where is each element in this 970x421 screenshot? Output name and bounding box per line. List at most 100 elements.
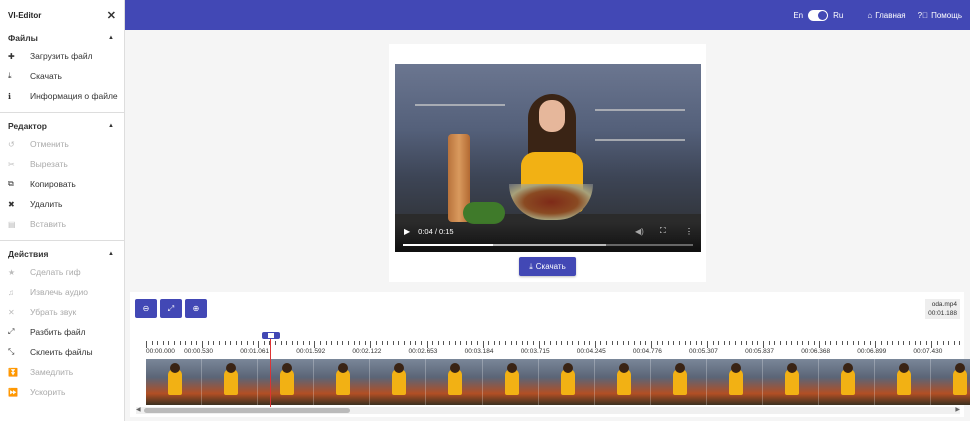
ruler-tick: [331, 341, 333, 345]
sidebar-item[interactable]: ⏩ Ускорить: [0, 382, 124, 402]
ruler-tick: [516, 341, 518, 345]
home-link[interactable]: ⌂ Главная: [867, 11, 905, 20]
sidebar-item[interactable]: ⤡ Склеить файлы: [0, 342, 124, 362]
language-toggle[interactable]: [808, 9, 829, 21]
scroll-right-icon[interactable]: ▶: [955, 407, 960, 414]
sidebar-item[interactable]: ⤢ Разбить файл: [0, 322, 124, 342]
timeline-frame[interactable]: [258, 359, 315, 405]
sidebar-item[interactable]: ↺ Отменить: [0, 134, 124, 154]
ruler-tick: [319, 341, 321, 345]
chevron-up-icon: ▲: [108, 123, 114, 129]
sidebar-item-label: Информация о файле: [30, 91, 118, 101]
sidebar-item-label: Убрать звук: [30, 307, 77, 317]
sidebar-section-header[interactable]: Редактор ▲: [0, 118, 124, 134]
sidebar-item[interactable]: ▤ Вставить: [0, 214, 124, 234]
timeline-frame[interactable]: [594, 359, 651, 405]
home-label: Главная: [875, 10, 906, 20]
video-player[interactable]: ▶ 0:04 / 0:15 ◀) ⛶ ⋮: [395, 64, 701, 252]
sidebar-section-header[interactable]: Действия ▲: [0, 246, 124, 262]
timeline-frame[interactable]: [650, 359, 707, 405]
sidebar-item[interactable]: ℹ Информация о файле: [0, 86, 124, 106]
app-title: VI-Editor: [8, 10, 42, 20]
scroll-left-icon[interactable]: ◀: [136, 407, 141, 414]
more-options-icon[interactable]: ⋮: [685, 227, 693, 236]
ruler-tick: [538, 341, 540, 348]
ruler-tick: [179, 341, 181, 345]
sidebar-item[interactable]: ★ Сделать гиф: [0, 262, 124, 282]
timeline-frame[interactable]: [482, 359, 539, 405]
play-icon[interactable]: ▶: [404, 227, 410, 236]
ruler-tick: [286, 341, 288, 345]
timeline-scrollbar[interactable]: ◀ ▶: [136, 407, 960, 414]
split-icon: ⤢: [8, 327, 15, 336]
ruler-tick: [387, 341, 389, 345]
ruler-tick: [656, 341, 658, 345]
timeline-frame[interactable]: [931, 359, 970, 405]
ruler-tick: [218, 341, 220, 345]
lang-en-label: En: [793, 10, 804, 20]
merge-icon: ⤡: [8, 347, 15, 356]
ruler-tick: [740, 341, 742, 345]
ruler-tick: [162, 341, 164, 345]
playhead-handle[interactable]: [262, 332, 280, 339]
ruler-tick: [779, 341, 781, 345]
ruler-tick: [364, 341, 366, 345]
zoom-out-button[interactable]: ⊖: [135, 299, 157, 318]
ruler-tick: [263, 341, 265, 345]
video-seek-bar[interactable]: [403, 244, 693, 246]
ruler-tick: [864, 341, 866, 345]
ruler-tick: [347, 341, 349, 345]
timeline-frame[interactable]: [538, 359, 595, 405]
sidebar-item-label: Сделать гиф: [30, 267, 81, 277]
timeline-frame[interactable]: [763, 359, 820, 405]
timeline-frame[interactable]: [426, 359, 483, 405]
sidebar-item[interactable]: ✕ Убрать звук: [0, 302, 124, 322]
ruler-tick: [415, 341, 417, 345]
language-switch[interactable]: En Ru: [793, 9, 843, 21]
ruler-tick: [190, 341, 192, 345]
timeline-frame[interactable]: [370, 359, 427, 405]
fit-button[interactable]: ⤢: [160, 299, 182, 318]
zoom-in-button[interactable]: ⊕: [185, 299, 207, 318]
sidebar-item[interactable]: ✂ Вырезать: [0, 154, 124, 174]
ruler-tick: [880, 341, 882, 345]
timeline-frame[interactable]: [819, 359, 876, 405]
ruler-tick: [684, 341, 686, 345]
ruler-tick: [583, 341, 585, 345]
ruler-tick: [606, 341, 608, 345]
sidebar-item[interactable]: ⧉ Копировать: [0, 174, 124, 194]
ruler-tick: [448, 341, 450, 345]
timeline-frame[interactable]: [146, 359, 203, 405]
timeline-frame[interactable]: [706, 359, 764, 405]
sidebar-item-label: Замедлить: [30, 367, 74, 377]
scrollbar-thumb[interactable]: [144, 408, 350, 413]
ruler-tick: [359, 341, 361, 345]
ruler-tick: [937, 341, 938, 345]
ruler-tick: [942, 341, 944, 345]
timeline-frame[interactable]: [202, 359, 259, 405]
volume-icon[interactable]: ◀): [635, 227, 644, 236]
ruler-label: 00:00.000: [146, 348, 175, 355]
ruler-label: 00:01.592: [296, 348, 326, 355]
timeline-frame[interactable]: [314, 359, 371, 405]
sidebar-item[interactable]: ⏬ Замедлить: [0, 362, 124, 382]
ruler-label: 00:03.715: [520, 348, 550, 355]
download-button[interactable]: ⤓ Скачать: [519, 257, 576, 276]
frame-strip[interactable]: [146, 359, 970, 405]
fullscreen-icon[interactable]: ⛶: [660, 226, 666, 236]
timeline-frame[interactable]: [875, 359, 932, 405]
sidebar-section-title: Файлы: [8, 33, 38, 43]
sidebar-item[interactable]: ♫ Извлечь аудио: [0, 282, 124, 302]
sidebar-item[interactable]: ⤓ Скачать: [0, 66, 124, 86]
current-time: 00:01.188: [928, 310, 957, 317]
ruler-tick: [729, 341, 731, 345]
ruler-tick: [796, 341, 798, 345]
ruler-tick: [852, 341, 854, 345]
sidebar-item[interactable]: ✚ Загрузить файл: [0, 46, 124, 66]
help-link[interactable]: ?⃝ Помощь: [918, 11, 962, 20]
ruler-label: 00:07.430: [913, 348, 943, 355]
sidebar-section-header[interactable]: Файлы ▲: [0, 30, 124, 46]
close-icon[interactable]: ✕: [107, 9, 116, 22]
ruler-tick: [146, 341, 147, 348]
sidebar-item[interactable]: ✖ Удалить: [0, 194, 124, 214]
